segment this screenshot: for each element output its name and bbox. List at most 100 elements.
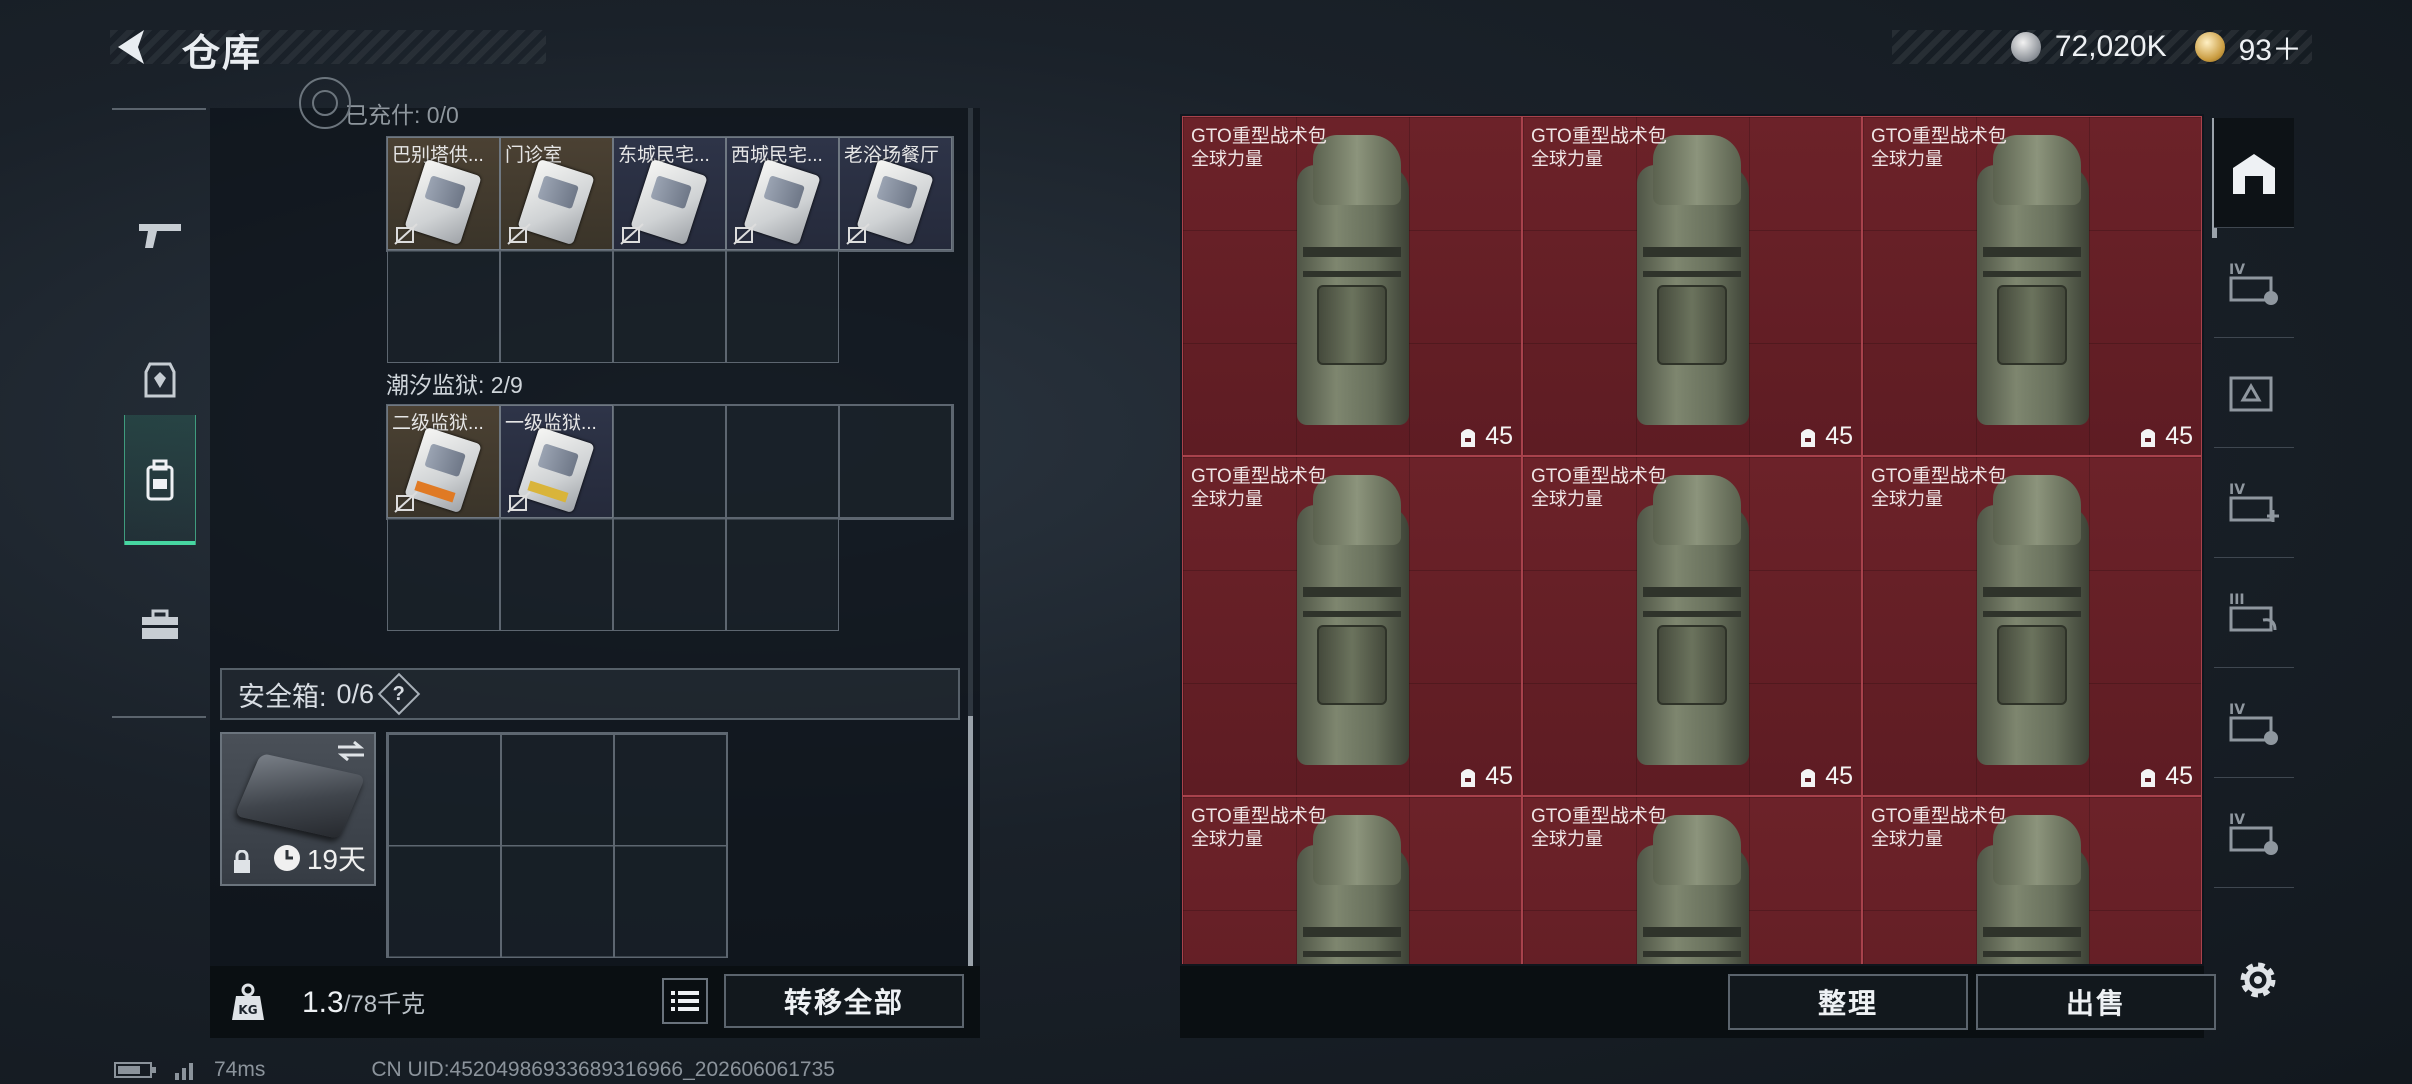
key-card[interactable]: 巴别塔供...: [387, 137, 500, 250]
storage-tab-2[interactable]: [2214, 338, 2294, 448]
no-bind-icon: [394, 223, 418, 245]
backpack-image: [1963, 475, 2103, 775]
key-card-label: 一级监狱...: [505, 413, 597, 434]
gold-amount[interactable]: 93＋: [2239, 25, 2302, 69]
sell-button[interactable]: 出售: [1976, 974, 2216, 1030]
gun-icon: [139, 224, 181, 248]
nav-toolbox[interactable]: [124, 560, 196, 690]
item-name: GTO重型战术包: [1191, 126, 1327, 147]
item-faction: 全球力量: [1531, 149, 1603, 169]
storage-item-grid: GTO重型战术包 全球力量 45 GTO重型战术包 全球力量 45 GTO重型战术包 全球力量…: [1182, 116, 2202, 964]
item-faction: 全球力量: [1871, 489, 1943, 509]
warehouse-icon: [2233, 153, 2275, 194]
storage-box-icon: IV: [2229, 812, 2278, 855]
key-card[interactable]: 西城民宅...: [726, 137, 839, 250]
backpack-item-cell[interactable]: GTO重型战术包 全球力量: [1522, 796, 1862, 964]
empty-slot[interactable]: [613, 518, 726, 631]
backpack-capacity-icon: [2141, 428, 2156, 447]
item-name: GTO重型战术包: [1871, 126, 2007, 147]
svg-text:IV: IV: [2229, 482, 2245, 498]
item-capacity: 45: [1797, 762, 1853, 791]
empty-slot[interactable]: [388, 734, 501, 847]
backpack-item-cell[interactable]: GTO重型战术包 全球力量 45: [1862, 116, 2202, 456]
empty-slot[interactable]: [614, 734, 727, 847]
svg-text:IV: IV: [2229, 262, 2245, 278]
item-capacity-value: 45: [1825, 762, 1853, 790]
settings-gear-icon[interactable]: [2234, 956, 2282, 1004]
empty-slot[interactable]: [614, 845, 727, 958]
safe-box-days: 19天: [306, 844, 366, 875]
storage-tab-4[interactable]: III: [2214, 558, 2294, 668]
empty-slot[interactable]: [726, 250, 839, 363]
storage-tab-5[interactable]: IV: [2214, 668, 2294, 778]
backpack-icon: [146, 459, 174, 501]
back-icon[interactable]: [110, 24, 156, 70]
safe-box-item[interactable]: 19天: [220, 732, 376, 886]
backpack-image: [1623, 135, 1763, 435]
item-faction: 全球力量: [1191, 829, 1263, 849]
key-card-label: 门诊室: [505, 145, 563, 166]
item-faction: 全球力量: [1531, 489, 1603, 509]
swap-icon[interactable]: [336, 740, 366, 762]
backpack-item-cell[interactable]: GTO重型战术包 全球力量 45: [1182, 116, 1522, 456]
key-card[interactable]: 老浴场餐厅: [839, 137, 952, 250]
right-storage-nav: IV IV III IV IV: [2214, 118, 2294, 958]
organize-button[interactable]: 整理: [1728, 974, 1968, 1030]
left-scrollbar-thumb[interactable]: [968, 716, 973, 966]
item-capacity-value: 45: [1485, 762, 1513, 790]
empty-slot[interactable]: [726, 405, 839, 518]
gold-coin-icon: [2194, 32, 2225, 62]
empty-slot[interactable]: [613, 405, 726, 518]
transfer-all-button[interactable]: 转移全部: [724, 974, 964, 1028]
item-faction: 全球力量: [1191, 149, 1263, 169]
nav-backpack[interactable]: [124, 415, 196, 545]
item-name: GTO重型战术包: [1871, 466, 2007, 487]
item-name: GTO重型战术包: [1871, 806, 2007, 827]
empty-slot[interactable]: [388, 845, 501, 958]
empty-slot[interactable]: [501, 734, 614, 847]
storage-tab-1[interactable]: IV: [2214, 228, 2294, 338]
nav-weapons[interactable]: [124, 170, 196, 300]
item-capacity-value: 45: [2165, 762, 2193, 790]
empty-slot[interactable]: [500, 250, 613, 363]
empty-slot[interactable]: [387, 250, 500, 363]
empty-slot[interactable]: [839, 405, 952, 518]
storage-tab-3[interactable]: IV: [2214, 448, 2294, 558]
item-capacity-value: 45: [1485, 422, 1513, 450]
backpack-image: [1283, 135, 1423, 435]
key-card[interactable]: 门诊室: [500, 137, 613, 250]
backpack-item-cell[interactable]: GTO重型战术包 全球力量: [1862, 796, 2202, 964]
signal-icon: [175, 1063, 193, 1080]
lock-icon: [234, 850, 250, 873]
key-card[interactable]: 东城民宅...: [613, 137, 726, 250]
empty-slot[interactable]: [501, 845, 614, 958]
backpack-item-cell[interactable]: GTO重型战术包 全球力量 45: [1522, 456, 1862, 796]
empty-slot[interactable]: [613, 250, 726, 363]
item-capacity: 45: [1797, 422, 1853, 451]
svg-text:IV: IV: [2229, 702, 2245, 718]
key-card[interactable]: 一级监狱...: [500, 405, 613, 518]
empty-slot[interactable]: [500, 518, 613, 631]
storage-tab-6[interactable]: IV: [2214, 778, 2294, 888]
key-card-label: 东城民宅...: [618, 145, 710, 166]
safe-box-image: [234, 753, 366, 839]
backpack-image: [1283, 475, 1423, 775]
storage-tab-main[interactable]: [2214, 118, 2294, 228]
key-card[interactable]: 二级监狱...: [387, 405, 500, 518]
page-title: 仓库: [182, 33, 263, 75]
weight-bar: KG 1.3/78千克 转移全部: [210, 966, 980, 1038]
status-footer: 74ms CN UID:45204986933689316966_2026060…: [114, 1058, 835, 1082]
backpack-capacity-icon: [2141, 768, 2156, 787]
help-icon[interactable]: ?: [377, 672, 421, 716]
empty-slot[interactable]: [726, 518, 839, 631]
empty-slot[interactable]: [387, 518, 500, 631]
list-view-button[interactable]: [662, 978, 708, 1024]
backpack-item-cell[interactable]: GTO重型战术包 全球力量 45: [1522, 116, 1862, 456]
backpack-capacity-icon: [1461, 768, 1476, 787]
item-capacity-value: 45: [1825, 422, 1853, 450]
backpack-capacity-icon: [1801, 428, 1816, 447]
backpack-item-cell[interactable]: GTO重型战术包 全球力量 45: [1862, 456, 2202, 796]
backpack-item-cell[interactable]: GTO重型战术包 全球力量: [1182, 796, 1522, 964]
backpack-item-cell[interactable]: GTO重型战术包 全球力量 45: [1182, 456, 1522, 796]
backpack-capacity-icon: [1461, 428, 1476, 447]
